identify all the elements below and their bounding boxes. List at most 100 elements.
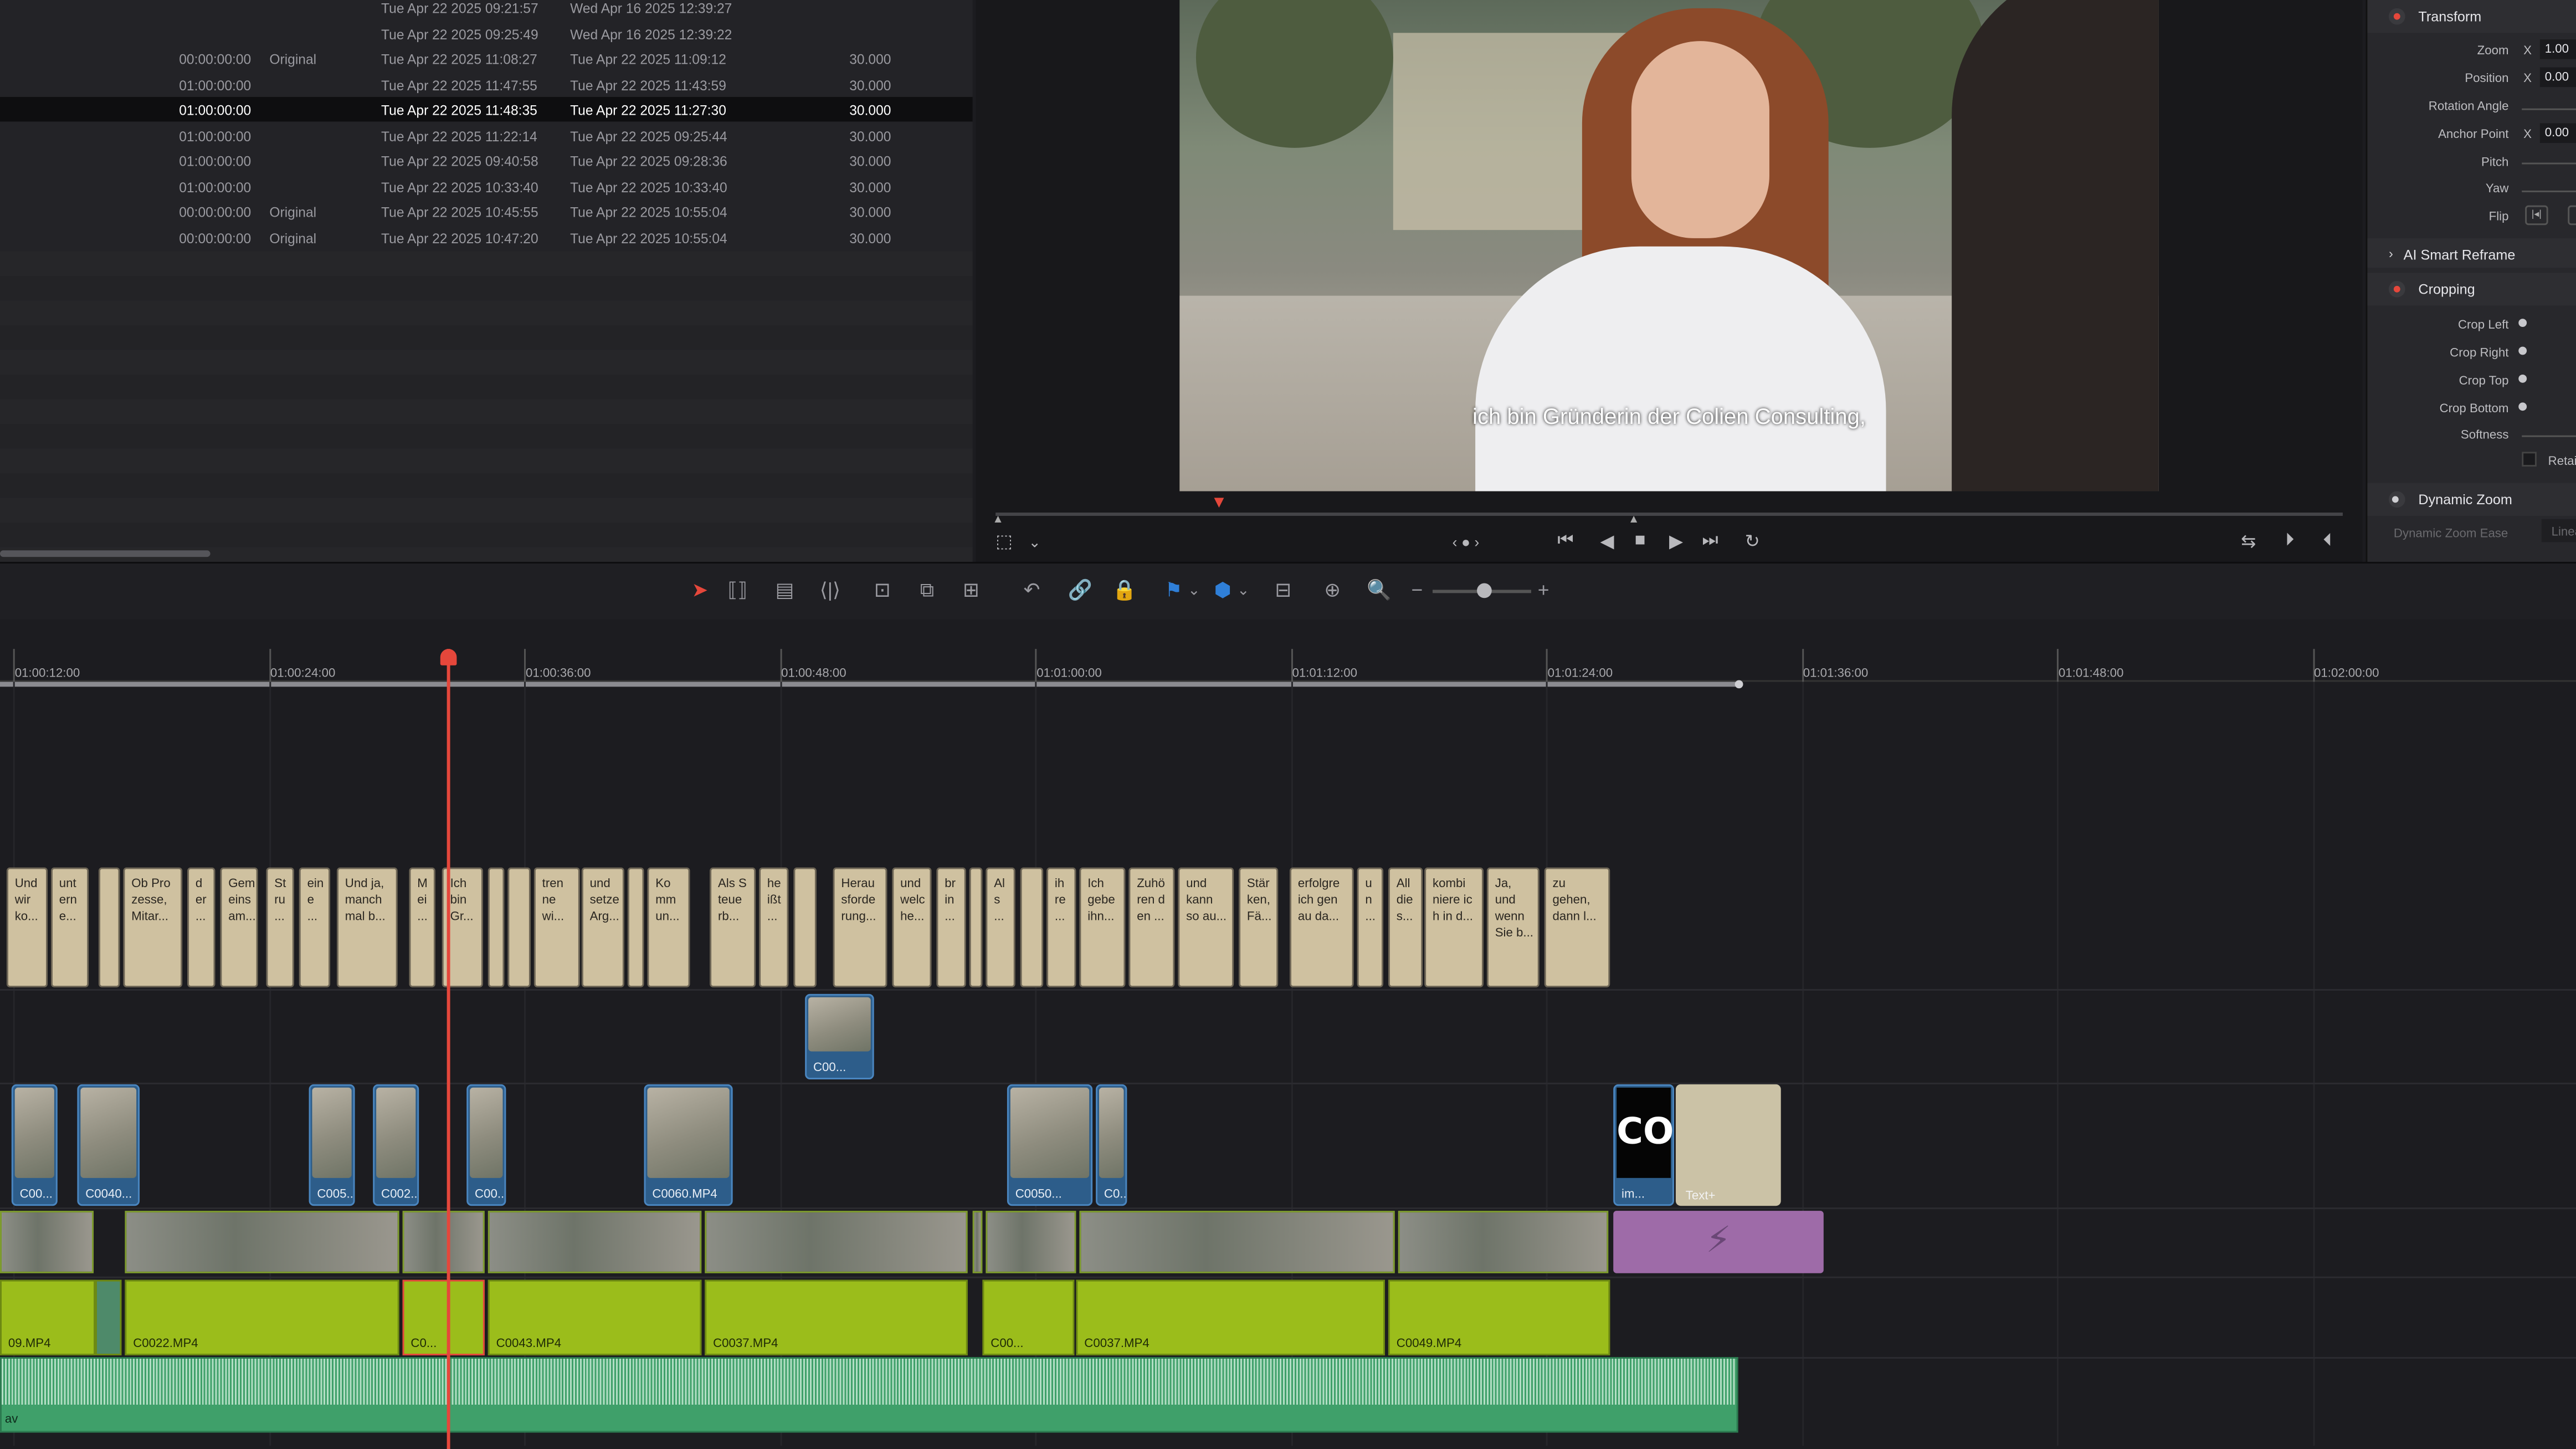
video-clip[interactable] bbox=[402, 1211, 485, 1273]
video-clip[interactable]: C0050... bbox=[1007, 1084, 1093, 1206]
subtitle-clip[interactable]: ih re ... bbox=[1046, 867, 1076, 987]
chevron-down-icon[interactable]: ⌄ bbox=[1188, 582, 1200, 600]
playhead[interactable] bbox=[447, 649, 450, 1449]
rotation-slider[interactable] bbox=[2522, 108, 2576, 110]
video-clip[interactable]: C005... bbox=[309, 1084, 355, 1206]
zoom-detail-icon[interactable]: ⊕ bbox=[1324, 578, 1341, 602]
music-audio-clip[interactable]: av bbox=[0, 1357, 1738, 1433]
audio-clip[interactable]: C0022.MP4 bbox=[125, 1279, 399, 1356]
play-icon[interactable]: ▶ bbox=[1669, 531, 1683, 552]
skip-to-end-icon[interactable]: ⏭ bbox=[1702, 531, 1718, 552]
media-pool-scrollbar[interactable] bbox=[0, 550, 211, 557]
dynamic-zoom-ease-select[interactable]: Linear bbox=[2541, 519, 2576, 542]
media-pool-row[interactable]: 01:00:00:00 Tue Apr 22 2025 11:48:35 Tue A… bbox=[0, 96, 973, 122]
media-pool-row[interactable]: 00:00:00:00 Original Tue Apr 22 2025 10:47… bbox=[0, 224, 973, 249]
next-edit-icon[interactable]: ⏵ bbox=[2285, 531, 2294, 552]
subtitle-clip[interactable] bbox=[488, 867, 505, 987]
chevron-down-icon[interactable]: ⌄ bbox=[1237, 582, 1249, 600]
insert-clip-icon[interactable]: ⊡ bbox=[874, 578, 891, 602]
media-pool-row[interactable]: Tue Apr 22 2025 09:21:57 Wed Apr 16 2025 … bbox=[0, 0, 973, 20]
subtitle-clip[interactable]: und kann so au... bbox=[1178, 867, 1234, 987]
subtitle-clip[interactable]: St ru ... bbox=[266, 867, 294, 987]
playhead-handle[interactable] bbox=[440, 649, 457, 665]
replace-clip-icon[interactable]: ⊞ bbox=[963, 578, 979, 602]
subtitle-clip[interactable]: d er ... bbox=[187, 867, 215, 987]
play-reverse-icon[interactable]: ◀ bbox=[1600, 531, 1614, 552]
subtitle-clip[interactable]: Und ja, manch mal b... bbox=[336, 867, 398, 987]
subtitle-clip[interactable]: All die s... bbox=[1388, 867, 1423, 987]
video-clip[interactable] bbox=[705, 1211, 968, 1273]
video-clip[interactable] bbox=[0, 1211, 94, 1273]
video-clip[interactable]: C0... bbox=[1096, 1084, 1127, 1206]
crop-left-slider[interactable] bbox=[2518, 319, 2527, 327]
position-x-field[interactable]: 0.00 bbox=[2539, 67, 2576, 88]
audio-clip[interactable]: C0... bbox=[402, 1279, 485, 1356]
subtitle-clip[interactable]: Zuhö ren d en ... bbox=[1128, 867, 1175, 987]
dynamic-trim-icon[interactable]: ▤ bbox=[776, 578, 794, 602]
anchor-x-field[interactable]: 0.00 bbox=[2539, 123, 2576, 143]
cropping-header[interactable]: Cropping bbox=[2367, 273, 2576, 306]
subtitle-clip[interactable]: Und wir ko... bbox=[6, 867, 48, 987]
crop-top-slider[interactable] bbox=[2518, 374, 2527, 383]
subtitle-clip[interactable]: ein e ... bbox=[299, 867, 331, 987]
fusion-clip[interactable]: ⚡ bbox=[1613, 1211, 1824, 1273]
viewer-scrub-playhead[interactable] bbox=[1214, 498, 1224, 508]
subtitle-clip[interactable]: Als S teue rb... bbox=[710, 867, 756, 987]
marker-icon[interactable]: ⬢ bbox=[1214, 578, 1231, 602]
pitch-slider[interactable] bbox=[2522, 162, 2576, 165]
audio-clip[interactable]: C0037.MP4 bbox=[705, 1279, 968, 1356]
subtitle-clip[interactable]: Stär ken, Fä... bbox=[1239, 867, 1279, 987]
subtitle-clip[interactable]: erfolgre ich gen au da... bbox=[1289, 867, 1354, 987]
subtitle-clip[interactable]: br in ... bbox=[936, 867, 966, 987]
video-clip[interactable] bbox=[972, 1211, 983, 1273]
subtitle-clip[interactable] bbox=[793, 867, 817, 987]
loop-icon[interactable]: ↻ bbox=[1744, 531, 1759, 552]
subtitle-clip[interactable] bbox=[507, 867, 531, 987]
zoom-slider-handle[interactable] bbox=[1477, 583, 1492, 598]
position-lock-icon[interactable]: 🔒 bbox=[1112, 578, 1137, 602]
chevron-down-icon[interactable]: ⌄ bbox=[1028, 534, 1040, 552]
video-clip[interactable]: C0060.MP4 bbox=[644, 1084, 733, 1206]
transform-header[interactable]: Transform bbox=[2367, 0, 2576, 33]
media-pool-row[interactable]: 00:00:00:00 Original Tue Apr 22 2025 10:45… bbox=[0, 199, 973, 223]
subtitle-clip[interactable]: Ob Pro zesse, Mitar... bbox=[123, 867, 183, 987]
crop-right-slider[interactable] bbox=[2518, 346, 2527, 355]
audio-clip[interactable]: C00... bbox=[982, 1279, 1075, 1356]
linked-selection-icon[interactable]: 🔗 bbox=[1068, 578, 1092, 602]
subtitle-clip[interactable]: M ei ... bbox=[409, 867, 435, 987]
crop-bottom-slider[interactable] bbox=[2518, 402, 2527, 411]
trim-tool-icon[interactable]: ⟦⟧ bbox=[728, 578, 747, 602]
match-frame-icon[interactable]: ⇆ bbox=[2241, 531, 2256, 552]
yaw-slider[interactable] bbox=[2522, 190, 2576, 192]
subtitle-clip[interactable]: Al s ... bbox=[986, 867, 1015, 987]
zoom-full-icon[interactable]: ⊟ bbox=[1275, 578, 1291, 602]
media-pool-row[interactable]: 01:00:00:00 Tue Apr 22 2025 11:47:55 Tue A… bbox=[0, 71, 973, 96]
smart-reframe-header[interactable]: › AI Smart Reframe bbox=[2367, 238, 2576, 268]
timeline-ruler[interactable]: 01:00:12:00 01:00:24:00 01:00:36:00 01:00:4… bbox=[0, 649, 2576, 682]
video-clip[interactable] bbox=[1079, 1211, 1395, 1273]
audio-clip[interactable]: C0049.MP4 bbox=[1388, 1279, 1610, 1356]
subtitle-clip[interactable]: he ißt ... bbox=[759, 867, 789, 987]
audio-clip[interactable]: C0043.MP4 bbox=[488, 1279, 702, 1356]
audio-clip[interactable] bbox=[95, 1279, 122, 1356]
video-clip[interactable]: C00... bbox=[466, 1084, 506, 1206]
skip-to-start-icon[interactable]: ⏮ bbox=[1557, 531, 1573, 552]
subtitle-clip[interactable]: und setze Arg... bbox=[581, 867, 624, 987]
flip-horizontal-icon[interactable]: |◂| bbox=[2525, 205, 2548, 226]
stop-icon[interactable]: ■ bbox=[1635, 531, 1646, 551]
video-clip[interactable] bbox=[488, 1211, 702, 1273]
subtitle-clip[interactable]: Gem eins am... bbox=[220, 867, 258, 987]
softness-slider[interactable] bbox=[2522, 435, 2576, 437]
audio-clip[interactable]: 09.MP4 bbox=[0, 1279, 96, 1356]
flag-icon[interactable]: ⚑ bbox=[1165, 578, 1183, 602]
subtitle-clip[interactable]: unt ern e... bbox=[50, 867, 89, 987]
viewer-transform-icon[interactable]: ⬚ bbox=[995, 531, 1013, 552]
viewer-frame[interactable]: ich bin Gründerin der Colien Consulting, bbox=[1179, 0, 2159, 491]
media-pool-row[interactable]: 01:00:00:00 Tue Apr 22 2025 10:33:40 Tue A… bbox=[0, 173, 973, 198]
jog-control-icon[interactable]: ‹ ● › bbox=[1453, 534, 1480, 551]
video-clip[interactable]: C002... bbox=[373, 1084, 419, 1206]
video-clip[interactable] bbox=[1398, 1211, 1609, 1273]
transform-enable-toggle[interactable] bbox=[2388, 8, 2405, 25]
subtitle-clip[interactable] bbox=[969, 867, 983, 987]
subtitle-clip[interactable]: Ko mm un... bbox=[647, 867, 690, 987]
